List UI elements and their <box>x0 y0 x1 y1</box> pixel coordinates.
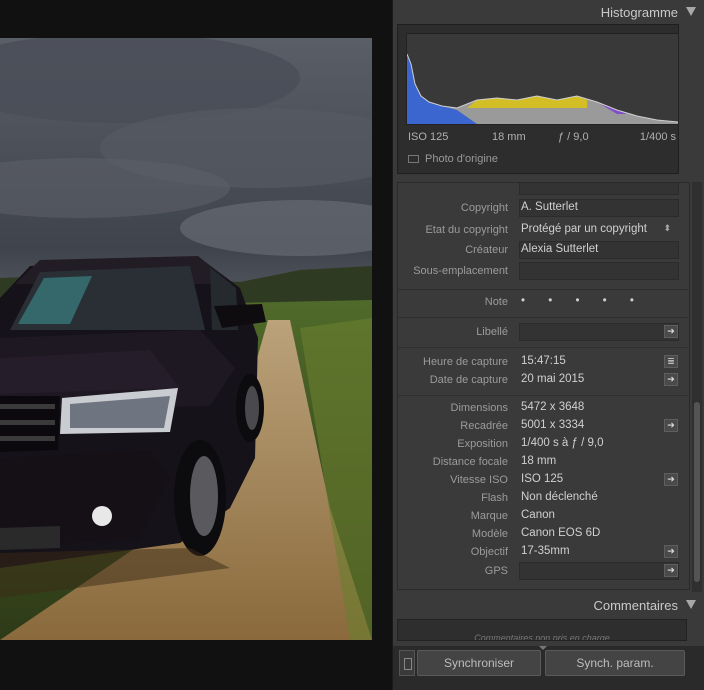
focal-label: Distance focale <box>432 456 508 468</box>
capture-time-label: Heure de capture <box>423 356 508 368</box>
capture-time-value: 15:47:15 <box>521 355 566 367</box>
histogram-focal: 18 mm <box>492 131 526 143</box>
gps-arrow-icon[interactable]: ➔ <box>664 564 678 577</box>
photo-illustration <box>0 38 372 640</box>
model-label: Modèle <box>471 528 508 540</box>
metadata-row-model: Modèle Canon EOS 6D <box>398 525 688 543</box>
divider <box>398 395 688 396</box>
make-label: Marque <box>470 510 508 522</box>
metadata-row-label: Libellé ➔ <box>398 323 688 341</box>
gps-label: GPS <box>484 565 508 577</box>
metadata-row-flash: Flash Non déclenché <box>398 489 688 507</box>
metadata-row-dimensions: Dimensions 5472 x 3648 <box>398 399 688 417</box>
sublocation-label: Sous-emplacement <box>413 265 508 277</box>
bottom-bar: Synchroniser Synch. param. <box>393 646 704 690</box>
metadata-row-copyright: Copyright A. Sutterlet <box>398 199 688 217</box>
dimensions-value: 5472 x 3648 <box>521 401 585 413</box>
model-value: Canon EOS 6D <box>521 527 601 539</box>
dimensions-label: Dimensions <box>450 402 508 414</box>
lens-arrow-icon[interactable]: ➔ <box>664 545 678 558</box>
divider <box>398 317 688 318</box>
metadata-row-focal: Distance focale 18 mm <box>398 453 688 471</box>
metadata-row-capture-date: Date de capture 20 mai 2015 ➔ <box>398 371 688 389</box>
flash-value: Non déclenché <box>521 491 598 503</box>
creator-label: Créateur <box>465 244 508 256</box>
histogram-title: Histogramme <box>600 4 678 20</box>
metadata-row-capture-time: Heure de capture 15:47:15 ≣ <box>398 353 688 371</box>
copyright-status-select[interactable]: Protégé par un copyright ⬍ <box>521 223 671 235</box>
sync-toggle-switch[interactable] <box>399 650 415 676</box>
panel-scrollbar[interactable] <box>692 182 702 592</box>
original-photo-checkbox[interactable] <box>408 155 419 163</box>
flash-label: Flash <box>481 492 508 504</box>
copyright-status-label: Etat du copyright <box>425 224 508 236</box>
sync-button[interactable]: Synchroniser <box>417 650 541 676</box>
sublocation-field[interactable] <box>519 262 679 280</box>
metadata-row-exposure: Exposition 1/400 s à ƒ / 9,0 <box>398 435 688 453</box>
collapse-triangle-icon[interactable] <box>686 7 696 16</box>
divider <box>398 289 688 290</box>
capture-date-value: 20 mai 2015 <box>521 373 585 385</box>
make-value: Canon <box>521 509 555 521</box>
rating-label: Note <box>484 296 508 308</box>
comments-title: Commentaires <box>593 597 678 613</box>
original-photo-toggle[interactable]: Photo d'origine <box>408 153 498 165</box>
metadata-row-cropped: Recadrée 5001 x 3334 ➔ <box>398 417 688 435</box>
top-field[interactable] <box>519 183 679 195</box>
iso-value: ISO 125 <box>521 473 564 485</box>
original-photo-label: Photo d'origine <box>425 153 499 165</box>
metadata-row-sublocation: Sous-emplacement <box>398 262 688 280</box>
label-arrow-icon[interactable]: ➔ <box>664 325 678 338</box>
copyright-label: Copyright <box>460 202 508 214</box>
comments-placeholder: Commentaires non pris en charge <box>474 633 610 641</box>
metadata-row-make: Marque Canon <box>398 507 688 525</box>
comments-box[interactable]: Commentaires non pris en charge <box>397 619 687 641</box>
select-arrows-icon: ⬍ <box>663 223 671 233</box>
metadata-row-rating: Note • • • • • <box>398 293 688 311</box>
right-panel: Histogramme ISO 125 18 mm ƒ / 9,0 1/400 … <box>392 0 704 690</box>
date-arrow-icon[interactable]: ➔ <box>664 373 678 386</box>
list-icon[interactable]: ≣ <box>664 355 678 368</box>
lens-label: Objectif <box>470 546 508 558</box>
metadata-row-creator: Créateur Alexia Sutterlet <box>398 241 688 259</box>
label-field[interactable] <box>519 323 679 341</box>
rating-stars[interactable]: • • • • • <box>521 295 644 307</box>
cropped-value: 5001 x 3334 <box>521 419 585 431</box>
histogram-curve <box>406 53 679 124</box>
comments-header[interactable]: Commentaires <box>393 593 704 617</box>
histogram-iso: ISO 125 <box>408 131 449 143</box>
metadata-panel: Copyright A. Sutterlet Etat du copyright… <box>397 182 690 590</box>
crop-arrow-icon[interactable]: ➔ <box>664 419 678 432</box>
scrollbar-thumb[interactable] <box>694 402 700 582</box>
collapse-triangle-icon[interactable] <box>686 600 696 609</box>
histogram-panel: ISO 125 18 mm ƒ / 9,0 1/400 s Photo d'or… <box>397 24 679 174</box>
photo-viewer <box>0 0 392 690</box>
main-photo[interactable] <box>0 38 372 640</box>
histogram-header[interactable]: Histogramme <box>393 0 704 24</box>
metadata-row-iso: Vitesse ISO ISO 125 ➔ <box>398 471 688 489</box>
capture-date-label: Date de capture <box>429 374 508 386</box>
creator-value: Alexia Sutterlet <box>521 243 599 255</box>
iso-arrow-icon[interactable]: ➔ <box>664 473 678 486</box>
copyright-status-value: Protégé par un copyright <box>521 223 647 235</box>
metadata-row-gps: GPS ➔ <box>398 562 688 580</box>
exposure-label: Exposition <box>457 438 508 450</box>
histogram-aperture: ƒ / 9,0 <box>558 131 589 143</box>
copyright-value: A. Sutterlet <box>521 201 578 213</box>
focal-value: 18 mm <box>521 455 557 467</box>
exposure-value: 1/400 s à ƒ / 9,0 <box>521 437 604 449</box>
metadata-row-copyright-status: Etat du copyright Protégé par un copyrig… <box>398 221 688 239</box>
gps-field[interactable] <box>519 562 679 580</box>
label-label: Libellé <box>476 326 508 338</box>
metadata-row-top <box>398 183 688 195</box>
cropped-label: Recadrée <box>460 420 508 432</box>
histogram-graph[interactable] <box>406 33 679 125</box>
histogram-shutter: 1/400 s <box>639 131 676 143</box>
iso-label: Vitesse ISO <box>450 474 508 486</box>
sync-params-button[interactable]: Synch. param. <box>545 650 685 676</box>
divider <box>398 347 688 348</box>
metadata-row-lens: Objectif 17-35mm ➔ <box>398 543 688 561</box>
lens-value: 17-35mm <box>521 545 570 557</box>
